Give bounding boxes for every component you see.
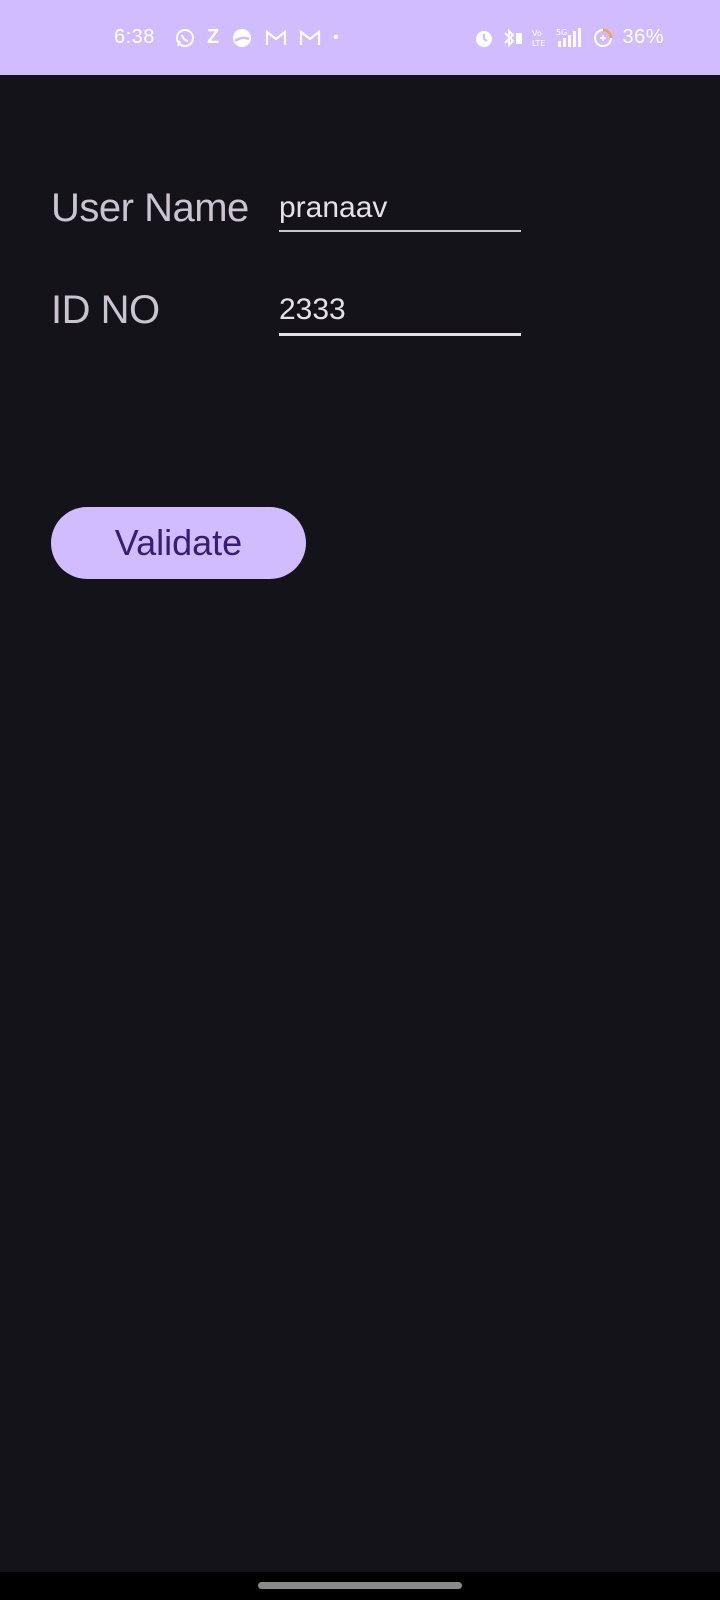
username-field[interactable] (279, 188, 521, 228)
svg-text:5G: 5G (556, 28, 567, 37)
status-left: 6:38 Z • (114, 0, 339, 75)
svg-text:LTE: LTE (532, 39, 545, 48)
moon-app-icon (231, 27, 253, 49)
gesture-handle[interactable] (258, 1582, 462, 1589)
status-right: Vo LTE 5G 36% (474, 0, 664, 75)
status-bar: 6:38 Z • Vo LTE 5G 36% (0, 0, 720, 75)
svg-text:Vo: Vo (532, 29, 542, 38)
id-label: ID NO (51, 288, 160, 332)
username-underline (279, 230, 521, 232)
validate-button[interactable]: Validate (51, 507, 306, 579)
signal-5g-icon: 5G (556, 27, 584, 49)
id-number-underline (279, 333, 521, 336)
id-number-field[interactable] (279, 290, 521, 330)
notification-dot-icon: • (333, 28, 339, 46)
battery-percentage: 36% (622, 26, 664, 48)
whatsapp-icon (175, 28, 195, 48)
gmail-icon (265, 29, 287, 47)
navigation-bar (0, 1572, 720, 1600)
alarm-icon (474, 28, 494, 48)
username-label: User Name (51, 186, 249, 230)
battery-saver-icon (592, 27, 614, 49)
volte-icon: Vo LTE (532, 27, 548, 49)
gmail-icon (299, 29, 321, 47)
z-app-icon: Z (206, 26, 220, 48)
clock: 6:38 (114, 26, 155, 48)
bluetooth-icon (502, 28, 524, 48)
